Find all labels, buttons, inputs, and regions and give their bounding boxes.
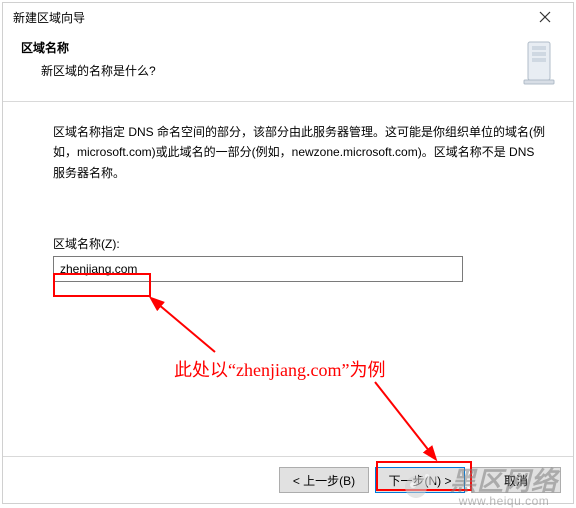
close-icon xyxy=(539,11,551,23)
titlebar: 新建区域向导 xyxy=(3,3,573,31)
back-button[interactable]: < 上一步(B) xyxy=(279,467,369,493)
server-icon xyxy=(519,39,559,87)
button-row: < 上一步(B) 下一步(N) > 取消 xyxy=(3,456,573,503)
next-button[interactable]: 下一步(N) > xyxy=(375,467,465,493)
zone-name-input[interactable] xyxy=(53,256,463,282)
zone-name-label: 区域名称(Z): xyxy=(53,235,549,252)
page-subheading: 新区域的名称是什么? xyxy=(41,62,156,79)
window-title: 新建区域向导 xyxy=(13,9,85,26)
wizard-body: 区域名称指定 DNS 命名空间的部分，该部分由此服务器管理。这可能是你组织单位的… xyxy=(3,102,573,456)
page-heading: 区域名称 xyxy=(21,39,156,56)
close-button[interactable] xyxy=(525,6,565,28)
wizard-dialog: 新建区域向导 区域名称 新区域的名称是什么? 区域名称指定 DNS 命名空间的部… xyxy=(2,2,574,504)
cancel-button[interactable]: 取消 xyxy=(471,467,561,493)
description-text: 区域名称指定 DNS 命名空间的部分，该部分由此服务器管理。这可能是你组织单位的… xyxy=(53,122,549,183)
wizard-header: 区域名称 新区域的名称是什么? xyxy=(3,31,573,102)
